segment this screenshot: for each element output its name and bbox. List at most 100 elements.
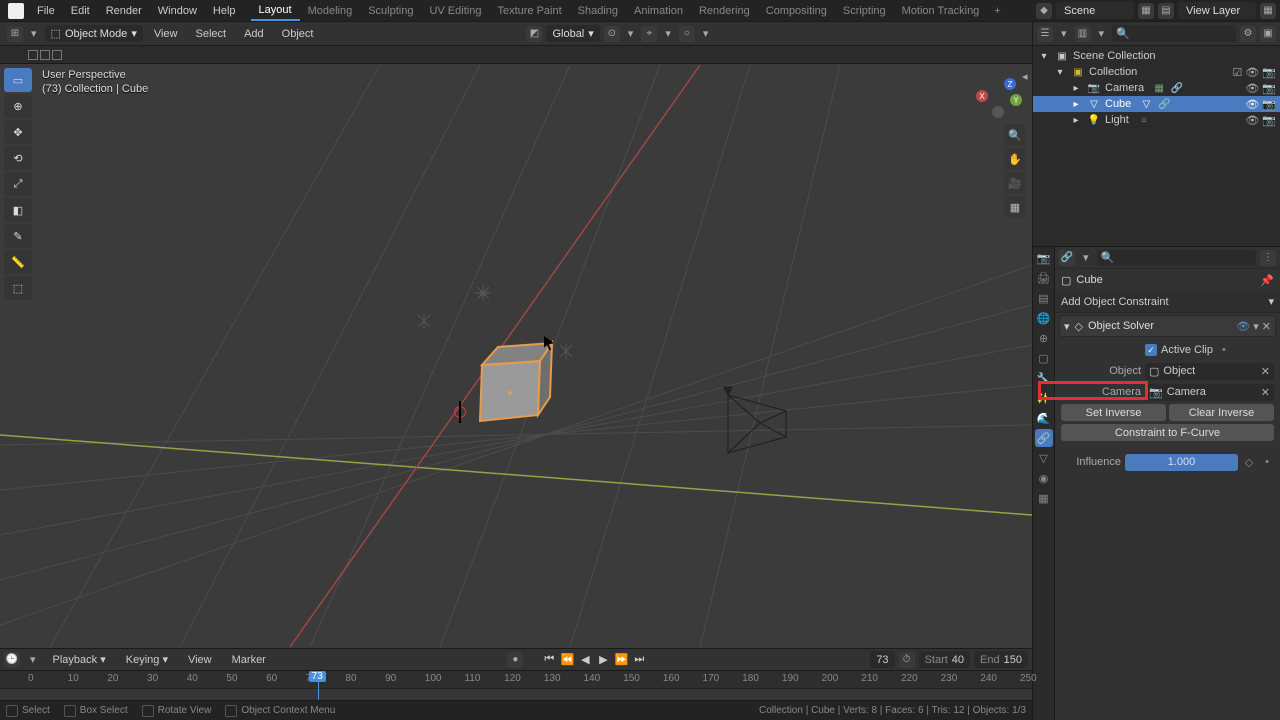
jump-start-button[interactable]: ⏮: [541, 652, 557, 668]
menu-render[interactable]: Render: [99, 2, 149, 20]
gizmo-x[interactable]: X: [976, 90, 988, 102]
tab-scene[interactable]: 🌐: [1035, 309, 1053, 327]
ws-tab-compositing[interactable]: Compositing: [758, 2, 835, 20]
scene-icon[interactable]: ◆: [1036, 3, 1052, 19]
close-icon[interactable]: ✕: [1262, 320, 1271, 333]
current-frame-field[interactable]: 73: [870, 651, 894, 668]
mesh-data-icon[interactable]: ▽: [1139, 97, 1153, 111]
active-clip-checkbox[interactable]: ✓: [1145, 344, 1157, 356]
hdr-select[interactable]: Select: [189, 25, 234, 43]
disclosure-icon[interactable]: ▸: [1069, 97, 1083, 111]
proportional-icon[interactable]: ○: [679, 26, 695, 42]
tool-rotate[interactable]: ⟲: [4, 146, 32, 170]
constraint-header[interactable]: ▾ ◇ 👁 ▾ ✕: [1059, 315, 1276, 337]
tab-modifier[interactable]: 🔧: [1035, 369, 1053, 387]
editor-type-icon[interactable]: ⊞: [7, 26, 23, 42]
tl-keying[interactable]: Keying ▾: [119, 650, 175, 669]
pivot-chevron-icon[interactable]: ▾: [624, 26, 638, 41]
mode-dropdown[interactable]: ⬚ Object Mode ▾: [45, 25, 143, 42]
chevron-down-icon[interactable]: ▾: [1095, 26, 1109, 41]
influence-slider[interactable]: 1.000: [1125, 454, 1238, 471]
properties-search[interactable]: 🔍: [1097, 250, 1256, 266]
ws-tab-uv[interactable]: UV Editing: [421, 2, 489, 20]
tab-output[interactable]: 🖨: [1035, 269, 1053, 287]
chevron-down-icon[interactable]: ▾: [26, 652, 40, 667]
eye-icon[interactable]: 👁: [1245, 82, 1259, 95]
viewlayer-browse-icon[interactable]: ▦: [1260, 3, 1276, 19]
ws-tab-modeling[interactable]: Modeling: [300, 2, 361, 20]
outliner-search[interactable]: 🔍: [1112, 25, 1236, 42]
tab-texture[interactable]: ▦: [1035, 489, 1053, 507]
scene-name-field[interactable]: Scene: [1056, 2, 1134, 19]
tab-viewlayer[interactable]: ▤: [1035, 289, 1053, 307]
nav-gizmo[interactable]: Z Y X: [970, 70, 1022, 122]
clear-icon[interactable]: ✕: [1261, 365, 1270, 378]
snap-icon[interactable]: ⌖: [641, 26, 657, 42]
tool-cursor[interactable]: ⊕: [4, 94, 32, 118]
gizmo-z[interactable]: Z: [1004, 78, 1016, 90]
clear-icon[interactable]: ✕: [1261, 386, 1270, 399]
tree-light[interactable]: ▸ 💡 Light ○ 👁📷: [1033, 112, 1280, 128]
pivot-icon[interactable]: ⊙: [604, 26, 620, 42]
set-inverse-button[interactable]: Set Inverse: [1061, 404, 1166, 421]
ws-tab-sculpting[interactable]: Sculpting: [360, 2, 421, 20]
render-icon[interactable]: 📷: [1262, 82, 1276, 95]
camera-field[interactable]: 📷 Camera ✕: [1145, 384, 1274, 401]
constraint-badge-icon[interactable]: 🔗: [1170, 81, 1184, 95]
chevron-down-icon[interactable]: ▾: [1079, 250, 1093, 265]
ortho-toggle-button[interactable]: ▦: [1004, 196, 1026, 218]
to-fcurve-button[interactable]: Constraint to F-Curve: [1061, 424, 1274, 441]
app-logo-icon[interactable]: [8, 3, 24, 19]
outliner-editor-icon[interactable]: ☰: [1037, 26, 1053, 42]
tab-physics[interactable]: 🌊: [1035, 409, 1053, 427]
tab-particle[interactable]: ✨: [1035, 389, 1053, 407]
autokey-button[interactable]: ●: [507, 652, 523, 668]
tl-playback[interactable]: Playback ▾: [46, 650, 113, 669]
disclosure-icon[interactable]: ▾: [1037, 49, 1051, 63]
exclude-toggle[interactable]: ☑: [1232, 66, 1242, 79]
add-constraint-button[interactable]: Add Object Constraint ▾: [1055, 291, 1280, 313]
tool-select-box[interactable]: ▭: [4, 68, 32, 92]
outliner-tree[interactable]: ▾ ▣ Scene Collection ▾ ▣ Collection ☑👁📷 …: [1033, 46, 1280, 246]
filter-icon[interactable]: ⚙: [1240, 26, 1256, 42]
camera-view-button[interactable]: 🎥: [1004, 172, 1026, 194]
viewlayer-name-field[interactable]: View Layer: [1178, 2, 1256, 19]
select-mode-edge-icon[interactable]: [40, 50, 50, 60]
ws-tab-texpaint[interactable]: Texture Paint: [489, 2, 569, 20]
editor-type-chevron-icon[interactable]: ▾: [27, 26, 41, 41]
ws-tab-motrack[interactable]: Motion Tracking: [894, 2, 988, 20]
props-options-icon[interactable]: ⋮: [1260, 250, 1276, 266]
proportional-chevron-icon[interactable]: ▾: [699, 26, 713, 41]
render-icon[interactable]: 📷: [1262, 114, 1276, 127]
ws-tab-animation[interactable]: Animation: [626, 2, 691, 20]
menu-help[interactable]: Help: [206, 2, 243, 20]
object-field[interactable]: ▢ Object ✕: [1145, 363, 1274, 380]
ws-add-button[interactable]: +: [987, 2, 1007, 20]
eye-icon[interactable]: 👁: [1245, 98, 1259, 111]
orientation-icon[interactable]: ◩: [526, 26, 542, 42]
play-button[interactable]: ▶: [595, 652, 611, 668]
select-mode-vert-icon[interactable]: [28, 50, 38, 60]
prev-key-button[interactable]: ⏪: [559, 652, 575, 668]
props-editor-icon[interactable]: 🔗: [1059, 250, 1075, 266]
tree-scene-collection[interactable]: ▾ ▣ Scene Collection: [1033, 48, 1280, 64]
tree-camera[interactable]: ▸ 📷 Camera ▦ 🔗 👁📷: [1033, 80, 1280, 96]
pin-icon[interactable]: 📌: [1260, 274, 1274, 287]
tree-cube[interactable]: ▸ ▽ Cube ▽ 🔗 👁📷: [1033, 96, 1280, 112]
scene-browse-icon[interactable]: ▦: [1138, 3, 1154, 19]
disclosure-icon[interactable]: ▾: [1064, 320, 1070, 333]
disclosure-icon[interactable]: ▸: [1069, 81, 1083, 95]
tool-measure[interactable]: 📏: [4, 250, 32, 274]
tree-collection[interactable]: ▾ ▣ Collection ☑👁📷: [1033, 64, 1280, 80]
render-icon[interactable]: 📷: [1262, 98, 1276, 111]
chevron-down-icon[interactable]: ▾: [1253, 320, 1259, 333]
chevron-down-icon[interactable]: ▾: [1057, 26, 1071, 41]
menu-window[interactable]: Window: [151, 2, 204, 20]
render-icon[interactable]: 📷: [1262, 66, 1276, 79]
tl-view[interactable]: View: [181, 651, 219, 669]
tool-annotate[interactable]: ✎: [4, 224, 32, 248]
menu-edit[interactable]: Edit: [64, 2, 97, 20]
timeline-ruler[interactable]: 0102030405060708090100110120130140150160…: [0, 671, 1032, 689]
light-data-icon[interactable]: ○: [1137, 113, 1151, 127]
hdr-view[interactable]: View: [147, 25, 185, 43]
